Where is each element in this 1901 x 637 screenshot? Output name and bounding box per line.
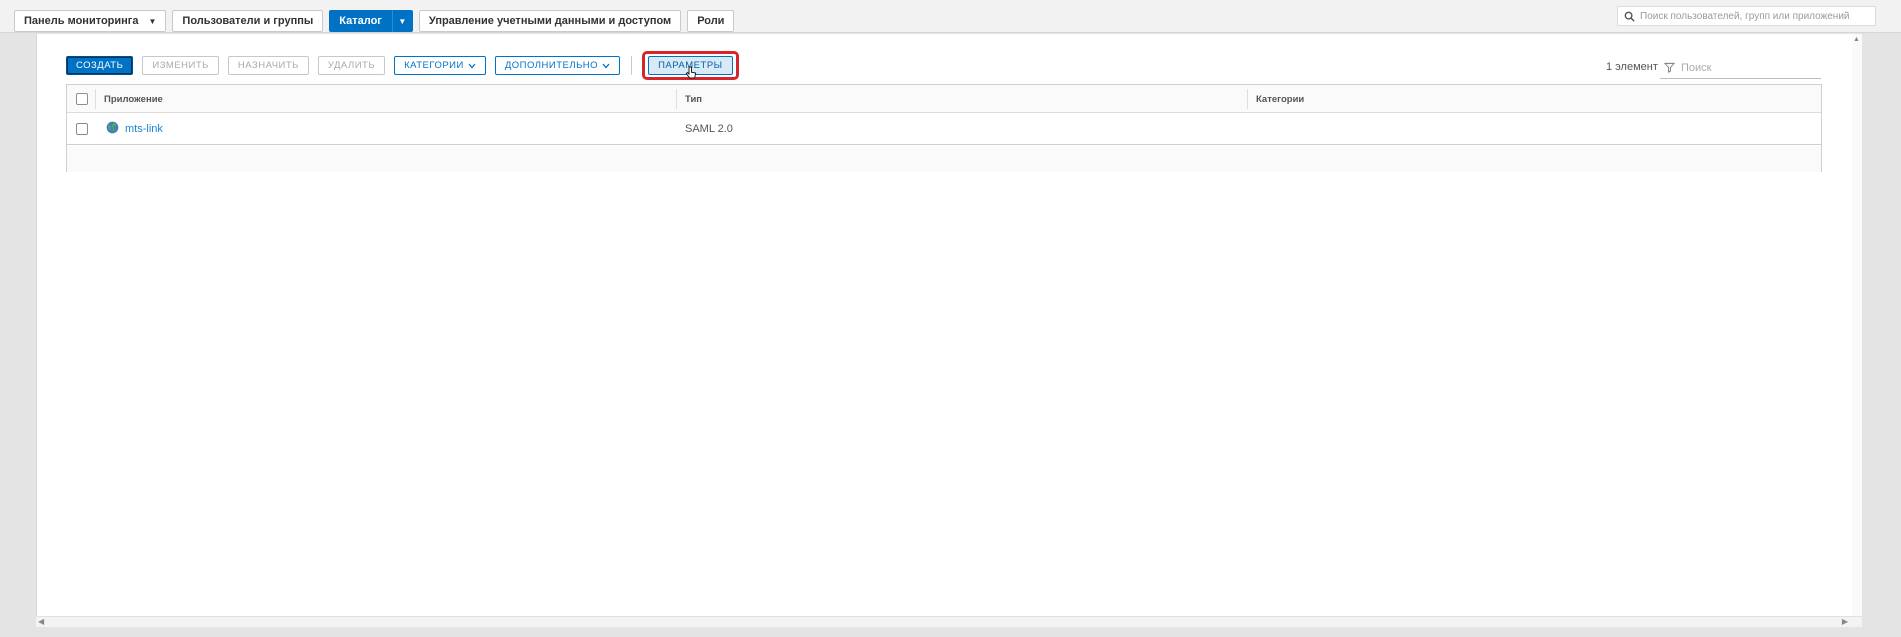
- tab-identity-access-label: Управление учетными данными и доступом: [428, 15, 672, 27]
- more-button[interactable]: ДОПОЛНИТЕЛЬНО: [494, 56, 621, 75]
- scroll-up-icon[interactable]: ▲: [1853, 36, 1860, 43]
- tab-identity-access[interactable]: Управление учетными данными и доступом: [418, 10, 682, 32]
- create-button[interactable]: СОЗДАТЬ: [66, 56, 134, 75]
- table-footer: [67, 146, 1821, 172]
- horizontal-scrollbar[interactable]: ◀ ▶: [36, 616, 1862, 627]
- globe-icon: [106, 121, 119, 137]
- tab-catalog-label: Каталог: [339, 15, 382, 27]
- row-checkbox[interactable]: [76, 123, 88, 135]
- select-all-cell: [76, 85, 88, 113]
- assign-button[interactable]: НАЗНАЧИТЬ: [227, 56, 309, 75]
- column-header-type[interactable]: Тип: [685, 85, 702, 113]
- top-navigation-bar: Панель мониторинга ▼ Пользователи и груп…: [0, 0, 1901, 33]
- toolbar-divider: [631, 56, 633, 75]
- type-cell: SAML 2.0: [685, 123, 733, 135]
- chevron-down-icon: [468, 61, 476, 71]
- tab-users-groups[interactable]: Пользователи и группы: [172, 10, 324, 32]
- global-search-placeholder: Поиск пользователей, групп или приложени…: [1640, 10, 1850, 22]
- filter-placeholder: Поиск: [1681, 61, 1712, 74]
- column-header-categories[interactable]: Категории: [1256, 85, 1304, 113]
- tab-roles[interactable]: Роли: [687, 10, 735, 32]
- tab-catalog[interactable]: Каталог ▼: [329, 10, 413, 32]
- application-link[interactable]: mts-link: [125, 123, 163, 135]
- applications-table: Приложение Тип Категории mts-link SAML 2…: [66, 84, 1822, 172]
- scroll-right-icon[interactable]: ▶: [1842, 617, 1848, 626]
- tab-roles-label: Роли: [697, 15, 725, 27]
- scroll-left-icon[interactable]: ◀: [38, 617, 44, 626]
- global-search-input[interactable]: Поиск пользователей, групп или приложени…: [1617, 6, 1876, 26]
- caret-down-icon[interactable]: ▼: [149, 17, 157, 26]
- categories-button-label: КАТЕГОРИИ: [404, 60, 464, 71]
- tab-dashboard[interactable]: Панель мониторинга ▼: [14, 10, 167, 32]
- item-count: 1 элемент: [1606, 61, 1658, 73]
- caret-down-icon[interactable]: ▼: [391, 10, 412, 32]
- table-row: mts-link SAML 2.0: [67, 113, 1821, 145]
- params-highlight: ПАРАМЕТРЫ: [642, 51, 739, 80]
- select-all-checkbox[interactable]: [76, 93, 88, 105]
- categories-button[interactable]: КАТЕГОРИИ: [394, 56, 486, 75]
- search-icon: [1622, 9, 1636, 23]
- column-divider[interactable]: [676, 89, 677, 109]
- column-divider: [95, 89, 96, 109]
- params-button[interactable]: ПАРАМЕТРЫ: [648, 56, 733, 79]
- chevron-down-icon: [602, 61, 610, 71]
- application-cell: mts-link: [106, 113, 163, 145]
- tab-users-groups-label: Пользователи и группы: [182, 15, 314, 27]
- edit-button[interactable]: ИЗМЕНИТЬ: [142, 56, 219, 75]
- column-header-application[interactable]: Приложение: [104, 85, 163, 113]
- vertical-scrollbar[interactable]: ▲ ▼: [1852, 34, 1862, 624]
- more-button-label: ДОПОЛНИТЕЛЬНО: [504, 60, 599, 71]
- hand-cursor-icon: [685, 66, 697, 83]
- main-nav: Панель мониторинга ▼ Пользователи и груп…: [14, 10, 735, 32]
- filter-input[interactable]: Поиск: [1660, 57, 1821, 79]
- delete-button[interactable]: УДАЛИТЬ: [317, 56, 386, 75]
- tab-dashboard-label: Панель мониторинга: [24, 15, 139, 27]
- catalog-toolbar: СОЗДАТЬ ИЗМЕНИТЬ НАЗНАЧИТЬ УДАЛИТЬ КАТЕГ…: [66, 51, 739, 80]
- filter-icon: [1664, 62, 1675, 73]
- row-select-cell: [76, 113, 88, 145]
- column-divider[interactable]: [1247, 89, 1248, 109]
- table-header: Приложение Тип Категории: [67, 85, 1821, 113]
